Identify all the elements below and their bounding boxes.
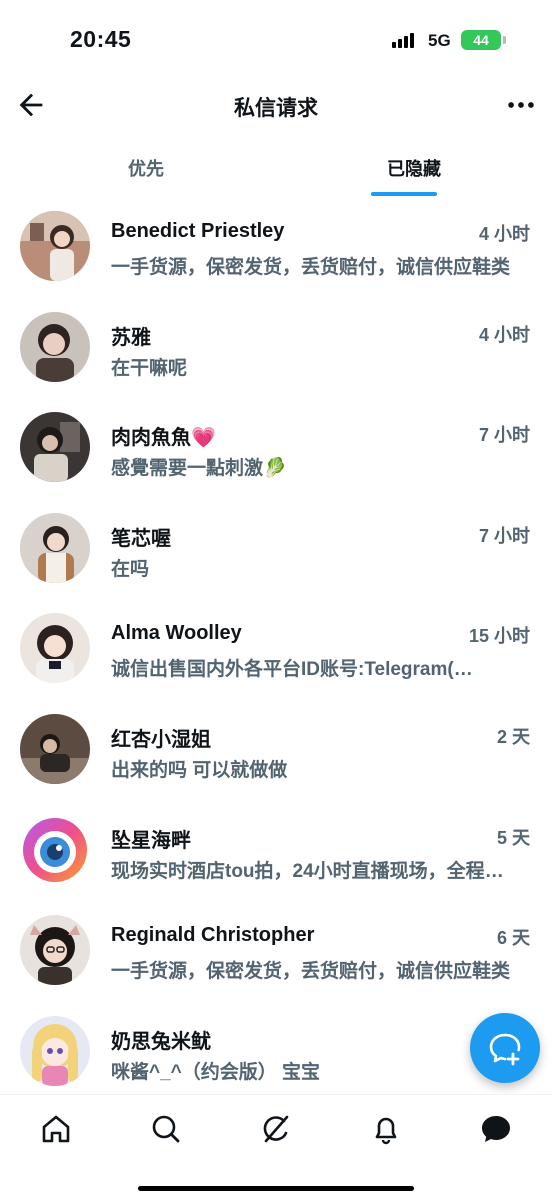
avatar [20, 613, 90, 684]
conversation-time: 6 天 [496, 928, 530, 949]
conversation-preview: 咪酱^_^（约会版） 宝宝 [111, 1061, 321, 1083]
nav-home[interactable] [34, 1109, 78, 1149]
conversation-row[interactable]: Alma Woolley 15 小时 诚信出售国内外各平台ID账号:Telegr… [0, 598, 552, 699]
conversation-time: 4 小时 [478, 324, 530, 345]
nav-search[interactable] [144, 1109, 188, 1149]
conversation-name: Alma Woolley [111, 622, 242, 645]
messages-icon [482, 1116, 510, 1142]
avatar [20, 915, 90, 986]
conversation-preview: 在吗 [111, 558, 150, 580]
conversation-row[interactable]: 苏雅 4 小时 在干嘛呢 [0, 297, 552, 398]
tab-bar: 优先 已隐藏 [0, 140, 552, 198]
conversation-row[interactable]: 红杏小湿姐 2 天 出来的吗 可以就做做 [0, 699, 552, 800]
conversation-list: Benedict Priestley 4 小时 一手货源，保密发货，丢货赔付，诚… [0, 196, 552, 1101]
cellular-signal-icon [392, 32, 420, 48]
conversation-time: 4 小时 [478, 224, 530, 244]
tab-hidden[interactable]: 已隐藏 [276, 140, 552, 198]
avatar [20, 311, 90, 382]
conversation-name: 坠星海畔 [111, 829, 191, 852]
conversation-name: 肉肉魚魚💗 [111, 427, 216, 450]
network-type: 5G [428, 31, 451, 50]
avatar [20, 211, 90, 281]
conversation-name: Reginald Christopher [111, 924, 315, 947]
nav-grok[interactable] [254, 1109, 298, 1149]
conversation-row[interactable]: 坠星海畔 5 天 现场实时酒店tou拍，24小时直播现场，全程高清 [0, 800, 552, 901]
conversation-time: 2 天 [496, 726, 530, 747]
conversation-row[interactable]: Benedict Priestley 4 小时 一手货源，保密发货，丢货赔付，诚… [0, 196, 552, 297]
conversation-row[interactable]: 肉肉魚魚💗 7 小时 感覺需要一點刺激🥬 [0, 397, 552, 498]
new-message-icon [489, 1033, 521, 1066]
more-horizontal-icon [508, 102, 534, 108]
home-icon [42, 1115, 70, 1143]
home-indicator [138, 1186, 414, 1191]
conversation-preview: 在干嘛呢 [111, 357, 188, 379]
conversation-preview: 现场实时酒店tou拍，24小时直播现场，全程高清 [111, 860, 521, 882]
avatar [20, 412, 90, 483]
conversation-time: 15 小时 [468, 626, 530, 647]
status-time: 20:45 [70, 26, 132, 52]
conversation-time: 7 小时 [478, 425, 530, 446]
new-message-button[interactable] [470, 1013, 540, 1083]
conversation-row[interactable]: Reginald Christopher 6 天 一手货源，保密发货，丢货赔付，… [0, 900, 552, 1001]
conversation-preview: 感覺需要一點刺激🥬 [111, 458, 287, 480]
nav-notifications[interactable] [364, 1109, 408, 1149]
conversation-row[interactable]: 笔芯喔 7 小时 在吗 [0, 498, 552, 599]
conversation-preview: 诚信出售国内外各平台ID账号:Telegram(… [111, 659, 473, 681]
conversation-preview: 一手货源，保密发货，丢货赔付，诚信供应鞋类 [111, 961, 511, 983]
conversation-time: 5 天 [496, 827, 530, 848]
conversation-name: 苏雅 [111, 326, 151, 349]
conversation-name: Benedict Priestley [111, 220, 285, 242]
conversation-name: 笔芯喔 [111, 527, 171, 550]
bell-icon [375, 1117, 397, 1145]
more-options-button[interactable] [504, 88, 538, 122]
avatar [20, 512, 90, 583]
header: 私信请求 [0, 80, 552, 132]
page-title: 私信请求 [234, 97, 318, 120]
conversation-preview: 一手货源，保密发货，丢货赔付，诚信供应鞋类 [111, 257, 511, 278]
tab-priority[interactable]: 优先 [10, 140, 286, 198]
conversation-name: 奶思兔米鱿 [111, 1030, 211, 1053]
avatar [20, 1015, 90, 1086]
conversation-time: 7 小时 [478, 525, 530, 546]
conversation-name: 红杏小湿姐 [111, 728, 211, 751]
status-bar: 20:45 5G 44 [0, 0, 552, 80]
avatar [20, 713, 90, 784]
search-icon [152, 1115, 180, 1143]
grok-icon [263, 1115, 289, 1143]
avatar [20, 814, 90, 885]
conversation-preview: 出来的吗 可以就做做 [111, 759, 288, 781]
bottom-nav [0, 1094, 552, 1199]
battery-icon: 44 [461, 30, 506, 50]
nav-messages[interactable] [474, 1109, 518, 1149]
